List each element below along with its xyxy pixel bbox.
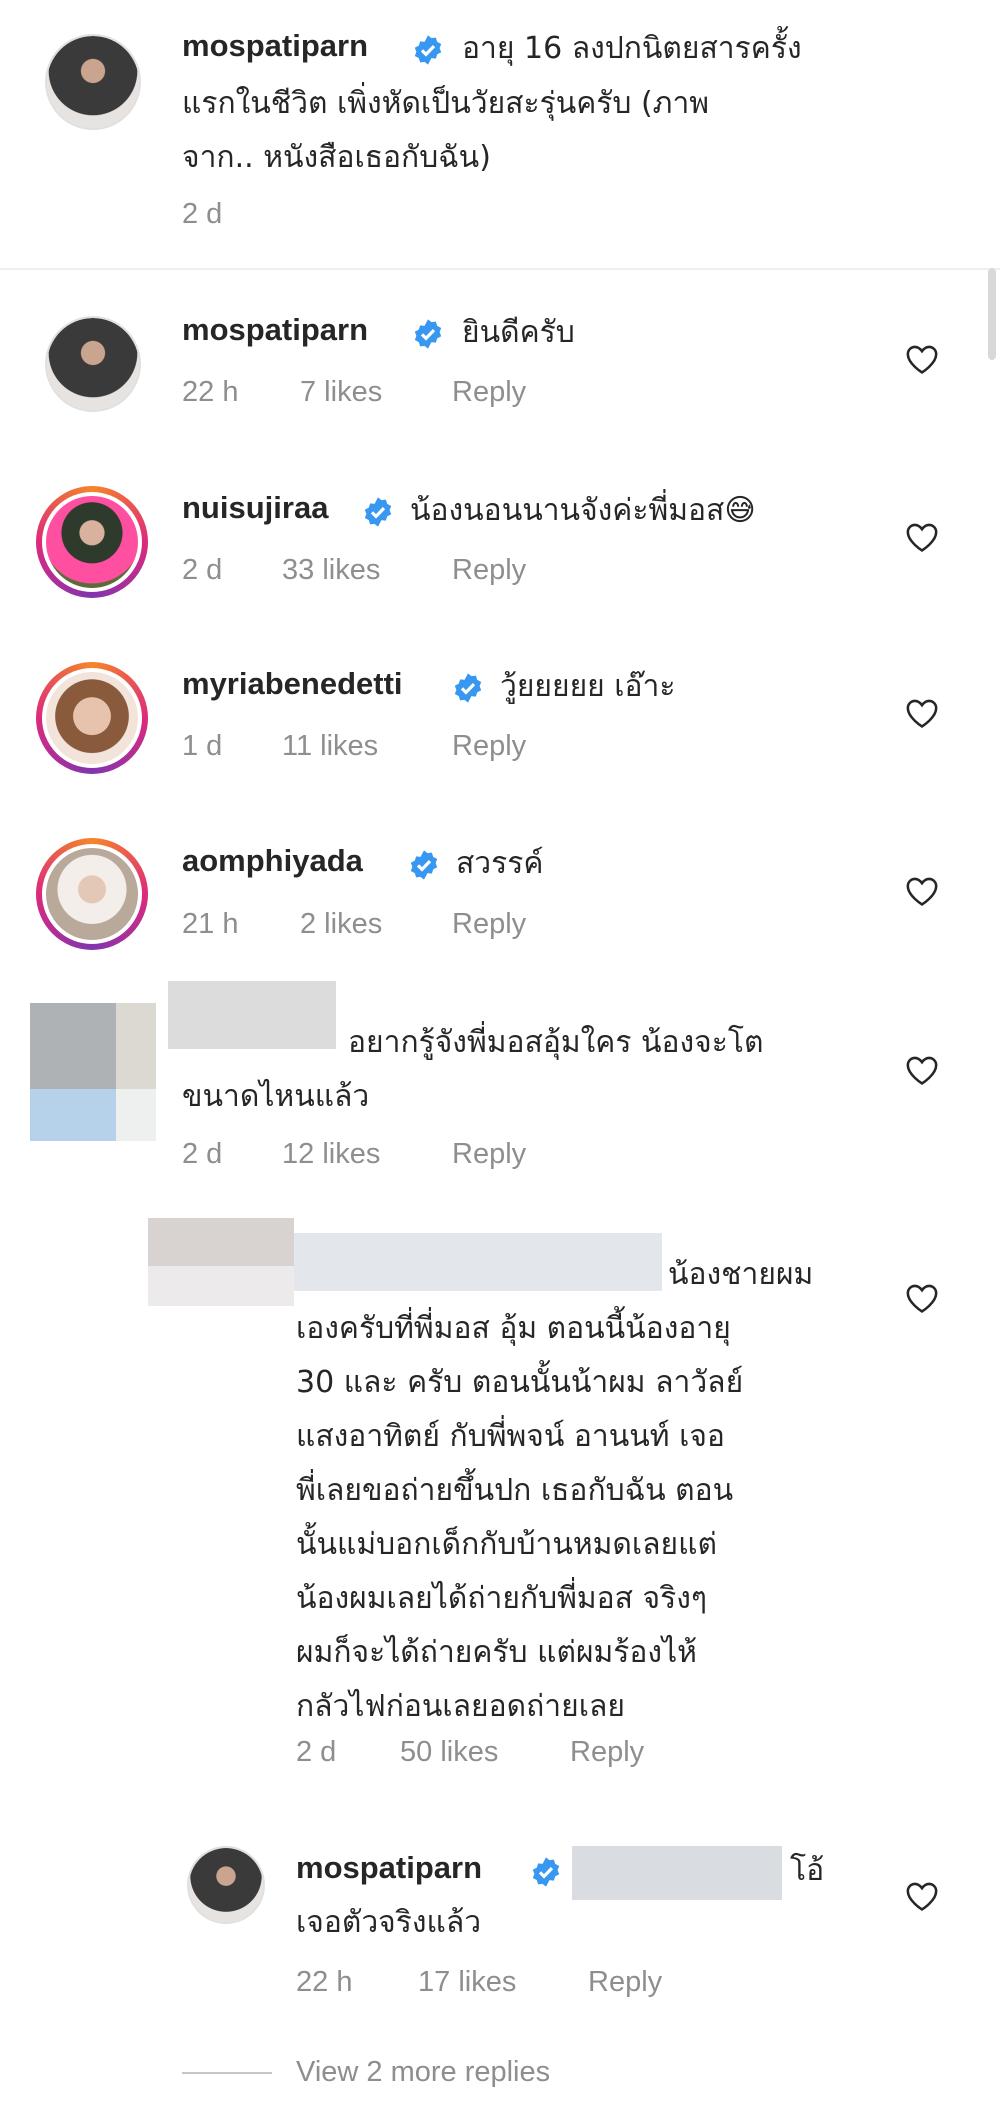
comment-likes[interactable]: 7 likes: [300, 376, 382, 409]
caption-text-line: แรกในชีวิต เพิ่งหัดเป็นวัยสะรุ่นครับ (ภา…: [182, 86, 710, 121]
reply-text-line: พี่เลยขอถ่ายขึ้นปก เธอกับฉัน ตอน: [296, 1473, 734, 1508]
reply-text-line: น้องผมเลยได้ถ่ายกับพี่มอส จริงๆ: [296, 1581, 707, 1616]
comment-likes[interactable]: 12 likes: [282, 1138, 380, 1171]
username-redacted: [168, 981, 336, 1049]
avatar-pixelated[interactable]: [30, 1003, 156, 1141]
reply-text-line: ผมก็จะได้ถ่ายครับ แต่ผมร้องไห้: [296, 1635, 697, 1670]
comment-likes[interactable]: 11 likes: [282, 730, 378, 763]
view-more-replies-button[interactable]: View 2 more replies: [296, 2056, 550, 2089]
reply-text-line: เองครับที่พี่มอส อุ้ม ตอนนี้น้องอายุ: [296, 1311, 731, 1346]
reply-button[interactable]: Reply: [570, 1736, 644, 1769]
heart-outline-icon[interactable]: [905, 521, 939, 553]
verified-badge-icon: [532, 1857, 560, 1887]
reply-text-line: เจอตัวจริงแล้ว: [296, 1905, 482, 1940]
caption-time: 2 d: [182, 198, 223, 230]
heart-outline-icon[interactable]: [905, 697, 939, 729]
avatar[interactable]: [45, 316, 141, 412]
reply-text-line: แสงอาทิตย์ กับพี่พจน์ อานนท์ เจอ: [296, 1419, 725, 1454]
heart-outline-icon[interactable]: [905, 343, 939, 375]
comment-username[interactable]: nuisujiraa: [182, 490, 328, 526]
comment-text-line: อยากรู้จังพี่มอสอุ้มใคร น้องจะโต: [348, 1025, 764, 1060]
comment-likes[interactable]: 2 likes: [300, 908, 382, 941]
comment-time: 21 h: [182, 908, 239, 940]
reply-time: 2 d: [296, 1736, 337, 1768]
comment-text: วู้ยยยยย เอ๊าะ: [500, 669, 676, 704]
avatar[interactable]: [36, 662, 148, 774]
comment-text-line: ขนาดไหนแล้ว: [182, 1079, 370, 1114]
reply-time: 22 h: [296, 1966, 353, 1998]
heart-outline-icon[interactable]: [905, 1054, 939, 1086]
caption-text-line: อายุ 16 ลงปกนิตยสารครั้ง: [462, 31, 802, 66]
reply-text-line: 30 และ ครับ ตอนนั้นน้าผม ลาวัลย์: [296, 1365, 744, 1400]
reply-button[interactable]: Reply: [452, 376, 526, 409]
comment-time: 22 h: [182, 376, 239, 408]
reply-text-line: โอ้: [790, 1853, 825, 1888]
reply-text-line: กลัวไฟก่อนเลยอดถ่ายเลย: [296, 1689, 625, 1724]
comment-text: น้องนอนนานจังค่ะพี่มอส😅: [410, 493, 756, 528]
comment-time: 2 d: [182, 1138, 223, 1170]
comment-likes[interactable]: 33 likes: [282, 554, 380, 587]
verified-badge-icon: [454, 673, 482, 703]
avatar[interactable]: [187, 1846, 265, 1924]
heart-outline-icon[interactable]: [905, 1880, 939, 1912]
verified-badge-icon: [410, 850, 438, 880]
avatar[interactable]: [36, 838, 148, 950]
verified-badge-icon: [414, 35, 442, 65]
scrollbar[interactable]: [988, 268, 996, 360]
avatar[interactable]: [36, 486, 148, 598]
verified-badge-icon: [414, 319, 442, 349]
reply-text-line: น้องชายผม: [668, 1257, 814, 1292]
heart-outline-icon[interactable]: [905, 1282, 939, 1314]
username-redacted: [294, 1233, 662, 1291]
caption-username[interactable]: mospatiparn: [182, 28, 368, 64]
reply-likes[interactable]: 17 likes: [418, 1966, 516, 1999]
mention-redacted: [572, 1846, 782, 1900]
reply-likes[interactable]: 50 likes: [400, 1736, 498, 1769]
avatar-pixelated[interactable]: [148, 1218, 294, 1306]
reply-button[interactable]: Reply: [452, 908, 526, 941]
reply-username[interactable]: mospatiparn: [296, 1850, 482, 1886]
comment-username[interactable]: aomphiyada: [182, 843, 363, 879]
reply-button[interactable]: Reply: [452, 730, 526, 763]
reply-button[interactable]: Reply: [452, 1138, 526, 1171]
reply-text-line: นั้นแม่บอกเด็กกับบ้านหมดเลยแต่: [296, 1527, 717, 1562]
comment-username[interactable]: myriabenedetti: [182, 666, 403, 702]
comment-time: 2 d: [182, 554, 223, 586]
heart-outline-icon[interactable]: [905, 875, 939, 907]
view-replies-line: [182, 2072, 272, 2074]
avatar[interactable]: [45, 34, 141, 130]
comment-text: สวรรค์: [456, 846, 544, 881]
caption-text-line: จาก.. หนังสือเธอกับฉัน): [182, 140, 491, 175]
comment-username[interactable]: mospatiparn: [182, 312, 368, 348]
reply-button[interactable]: Reply: [452, 554, 526, 587]
verified-badge-icon: [364, 497, 392, 527]
comment-text: ยินดีครับ: [462, 315, 575, 350]
comment-time: 1 d: [182, 730, 223, 762]
reply-button[interactable]: Reply: [588, 1966, 662, 1999]
divider: [0, 268, 1000, 270]
